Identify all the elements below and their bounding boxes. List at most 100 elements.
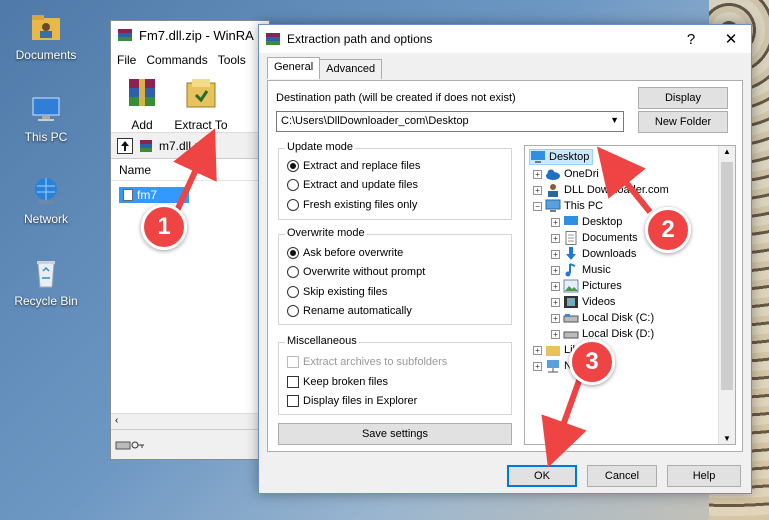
radio-icon[interactable] <box>287 199 299 211</box>
scroll-left-icon[interactable]: ‹ <box>115 415 118 426</box>
desktop-icon-recycle-bin[interactable]: Recycle Bin <box>10 256 82 308</box>
expand-icon[interactable]: + <box>533 169 542 179</box>
radio-extract-replace[interactable]: Extract and replace files <box>287 160 420 172</box>
music-note-icon <box>565 263 576 277</box>
tree-node-local-c[interactable]: + Local Disk (C:) <box>551 310 654 326</box>
extract-to-label: Extract To <box>174 118 228 132</box>
radio-icon[interactable] <box>287 247 299 259</box>
radio-fresh-existing[interactable]: Fresh existing files only <box>287 199 417 211</box>
extract-to-icon <box>186 79 216 108</box>
option-label: Skip existing files <box>303 286 388 298</box>
desktop-icon-label: Network <box>23 212 68 226</box>
tree-label: Pictures <box>582 280 622 292</box>
cancel-button[interactable]: Cancel <box>587 465 657 487</box>
radio-overwrite-without[interactable]: Overwrite without prompt <box>287 266 425 278</box>
radio-icon[interactable] <box>287 286 299 298</box>
menu-tools[interactable]: Tools <box>218 53 246 67</box>
help-button[interactable]: Help <box>667 465 741 487</box>
expand-icon[interactable]: + <box>551 233 560 243</box>
tree-node-downloads[interactable]: + Downloads <box>551 246 636 262</box>
tree-node-pictures[interactable]: + Pictures <box>551 278 622 294</box>
tree-node-onedrive[interactable]: + OneDri <box>533 166 599 182</box>
check-keep-broken[interactable]: Keep broken files <box>287 376 388 388</box>
extract-to-button[interactable]: Extract To <box>173 75 229 132</box>
scroll-thumb[interactable] <box>721 162 733 390</box>
expand-icon[interactable]: + <box>533 361 542 371</box>
horizontal-scrollbar[interactable]: ‹ <box>111 413 269 429</box>
chevron-down-icon[interactable]: ▼ <box>610 115 619 125</box>
radio-rename-auto[interactable]: Rename automatically <box>287 305 412 317</box>
overwrite-mode-title: Overwrite mode <box>285 227 367 239</box>
drive-key-icon <box>115 441 144 450</box>
option-label: Display files in Explorer <box>303 395 418 407</box>
tree-node-documents[interactable]: + Documents <box>551 230 638 246</box>
check-display-explorer[interactable]: Display files in Explorer <box>287 395 417 407</box>
tree-node-pc-desktop[interactable]: + Desktop <box>551 214 622 230</box>
new-folder-button[interactable]: New Folder <box>638 111 728 133</box>
close-icon[interactable]: ✕ <box>711 25 751 53</box>
winrar-logo-icon <box>118 29 132 41</box>
update-mode-title: Update mode <box>285 141 356 153</box>
radio-icon[interactable] <box>287 160 299 172</box>
list-item[interactable]: fm7 <box>119 187 189 203</box>
checkbox-icon[interactable] <box>287 395 299 407</box>
expand-icon[interactable]: + <box>551 329 560 339</box>
add-label: Add <box>131 118 153 132</box>
expand-icon[interactable]: + <box>551 217 560 227</box>
user-folder-icon <box>548 184 558 197</box>
expand-icon[interactable]: + <box>551 249 560 259</box>
film-strip-icon <box>564 296 578 308</box>
scroll-up-icon[interactable]: ▲ <box>723 147 731 156</box>
expand-icon[interactable]: + <box>551 265 560 275</box>
tree-node-desktop[interactable]: Desktop <box>529 149 594 165</box>
radio-icon[interactable] <box>287 179 299 191</box>
help-title-button[interactable]: ? <box>671 25 711 53</box>
radio-icon[interactable] <box>287 305 299 317</box>
tree-label: Desktop <box>549 151 590 163</box>
folder-tree[interactable]: Desktop + OneDri + DLL Downloader.com − … <box>524 145 736 445</box>
destination-path-combo[interactable]: C:\Users\DllDownloader_com\Desktop ▼ <box>276 111 624 132</box>
desktop-icon-this-pc[interactable]: This PC <box>10 92 82 144</box>
extraction-dialog: Extraction path and options ? ✕ General … <box>258 24 752 494</box>
desktop-monitor-icon <box>531 151 545 163</box>
option-label: Overwrite without prompt <box>303 266 426 278</box>
winrar-logo-icon <box>266 33 280 45</box>
expand-icon[interactable]: + <box>551 297 560 307</box>
tree-node-videos[interactable]: + Videos <box>551 294 615 310</box>
tab-bar: General Advanced <box>267 57 383 79</box>
expand-icon[interactable]: + <box>533 185 542 195</box>
ok-button[interactable]: OK <box>507 465 577 487</box>
tree-node-local-d[interactable]: + Local Disk (D:) <box>551 326 654 342</box>
tree-vertical-scrollbar[interactable]: ▲ ▼ <box>718 146 735 444</box>
radio-extract-update[interactable]: Extract and update files <box>287 179 418 191</box>
winrar-menubar: File Commands Tools <box>111 49 269 71</box>
column-header-name[interactable]: Name <box>111 159 269 181</box>
expand-icon[interactable]: + <box>551 281 560 291</box>
add-button[interactable]: Add <box>117 75 167 132</box>
tree-node-dll[interactable]: + DLL Downloader.com <box>533 182 669 198</box>
tree-node-network[interactable]: + N <box>533 358 572 374</box>
menu-file[interactable]: File <box>117 53 136 67</box>
check-extract-subfolders[interactable]: Extract archives to subfolders <box>287 356 447 368</box>
save-settings-button[interactable]: Save settings <box>278 423 512 445</box>
radio-icon[interactable] <box>287 266 299 278</box>
radio-ask-before[interactable]: Ask before overwrite <box>287 247 403 259</box>
display-button[interactable]: Display <box>638 87 728 109</box>
destination-path-value: C:\Users\DllDownloader_com\Desktop <box>281 115 469 127</box>
checkbox-icon[interactable] <box>287 356 299 368</box>
tab-general[interactable]: General <box>267 57 321 79</box>
expand-icon[interactable]: + <box>533 345 542 355</box>
checkbox-icon[interactable] <box>287 376 299 388</box>
menu-commands[interactable]: Commands <box>146 53 207 67</box>
collapse-icon[interactable]: − <box>533 201 542 211</box>
desktop-icon-documents[interactable]: Documents <box>10 10 82 62</box>
desktop-icon-network[interactable]: Network <box>10 174 82 226</box>
scroll-down-icon[interactable]: ▼ <box>723 434 731 443</box>
tab-advanced[interactable]: Advanced <box>319 59 383 79</box>
up-folder-icon[interactable] <box>117 137 133 154</box>
update-mode-group: Update mode Extract and replace files Ex… <box>278 141 512 220</box>
radio-skip-existing[interactable]: Skip existing files <box>287 286 387 298</box>
tree-node-music[interactable]: + Music <box>551 262 611 278</box>
tree-node-thispc[interactable]: − This PC <box>533 198 603 214</box>
expand-icon[interactable]: + <box>551 313 560 323</box>
